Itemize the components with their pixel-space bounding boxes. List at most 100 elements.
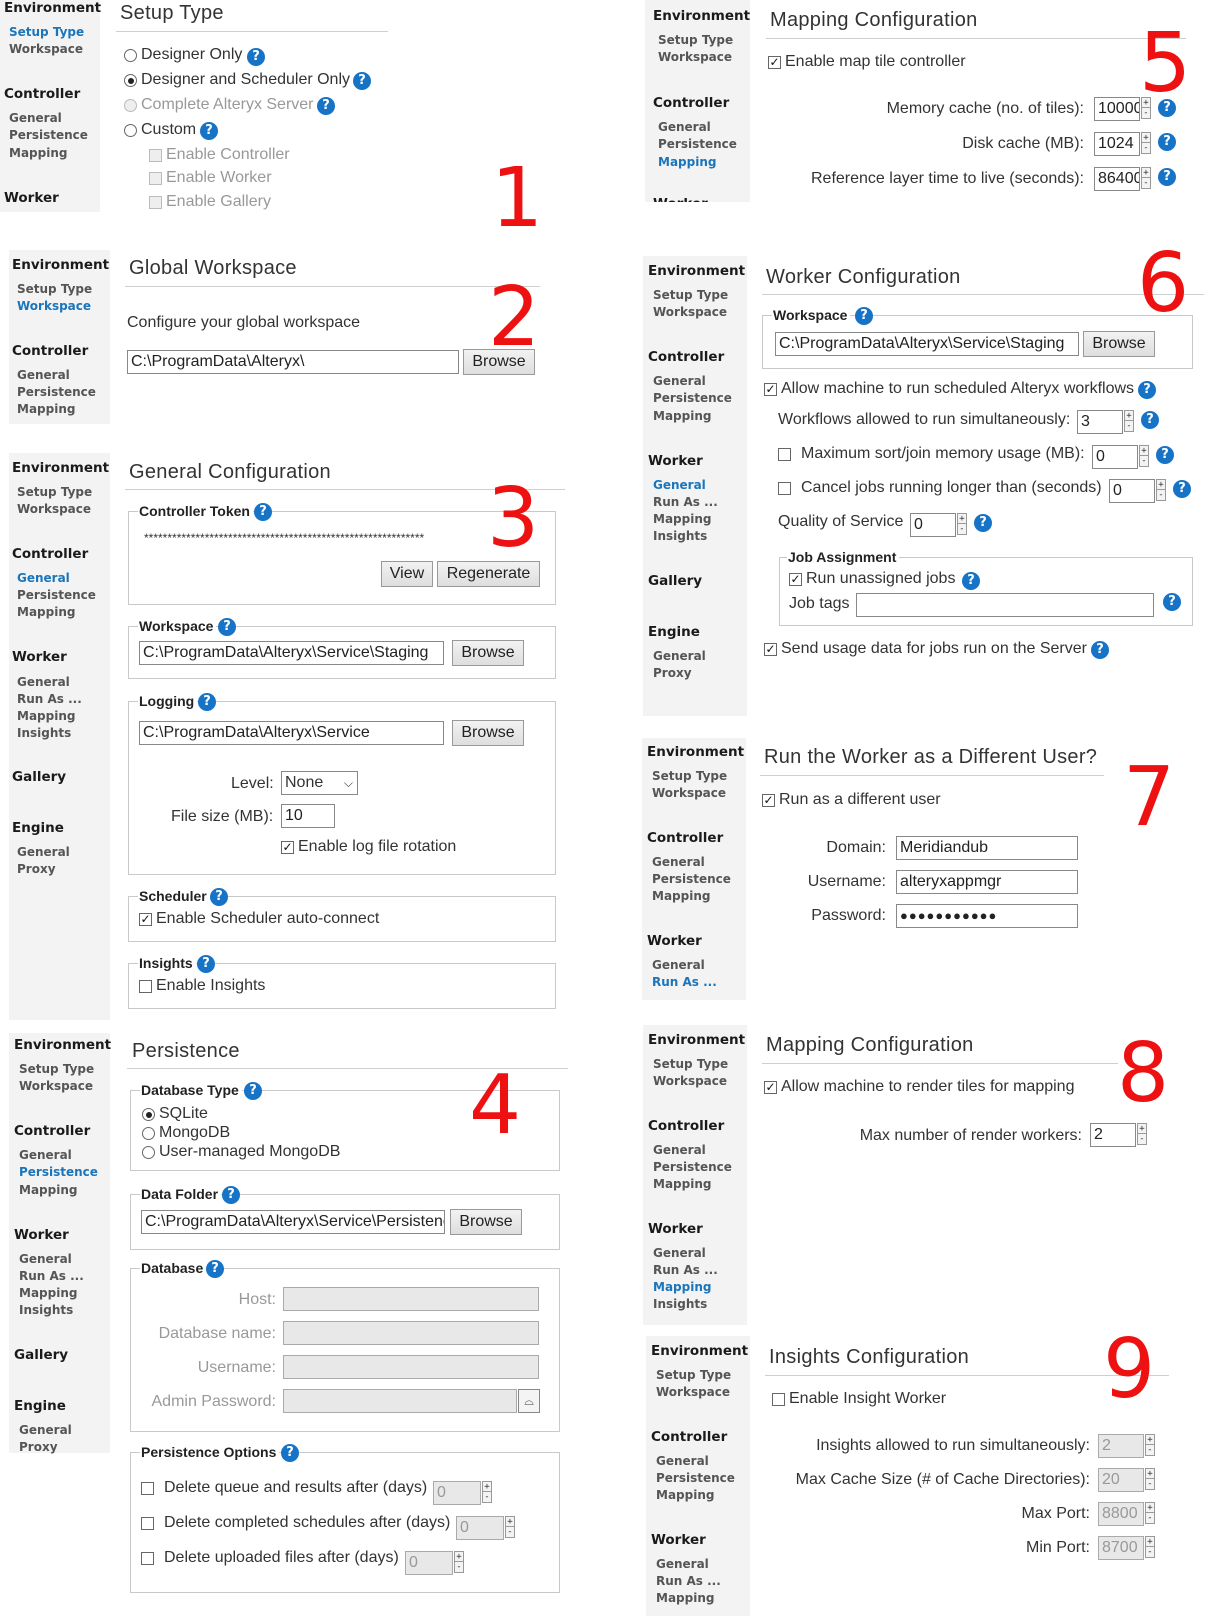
view-button[interactable]: View bbox=[381, 561, 433, 587]
nav-workspace[interactable]: Workspace bbox=[656, 1385, 730, 1399]
admin-password-input[interactable] bbox=[283, 1389, 517, 1413]
help-icon[interactable]: ? bbox=[855, 307, 873, 325]
logging-path-input[interactable]: C:\ProgramData\Alteryx\Service bbox=[139, 721, 444, 745]
help-icon[interactable]: ? bbox=[317, 97, 335, 115]
help-icon[interactable]: ? bbox=[222, 1186, 240, 1204]
nav-environment[interactable]: Environment bbox=[12, 460, 109, 476]
checkbox-enable-insight-worker[interactable] bbox=[772, 1393, 785, 1406]
nav-controller[interactable]: Controller bbox=[647, 830, 723, 846]
help-icon[interactable]: ? bbox=[254, 503, 272, 521]
nav-environment[interactable]: Environment bbox=[651, 1343, 748, 1359]
workspace-path-input[interactable]: C:\ProgramData\Alteryx\Service\Staging bbox=[775, 332, 1079, 356]
stepper[interactable]: + - bbox=[957, 513, 967, 535]
nav-environment[interactable]: Environment bbox=[648, 263, 745, 279]
help-icon[interactable]: ? bbox=[974, 514, 992, 532]
help-icon[interactable]: ? bbox=[1158, 133, 1176, 151]
nav-controller[interactable]: Controller bbox=[648, 1118, 724, 1134]
password-input[interactable]: ●●●●●●●●●●● bbox=[896, 904, 1078, 928]
checkbox-enable-gallery[interactable] bbox=[149, 196, 162, 209]
nav-workspace[interactable]: Workspace bbox=[9, 42, 83, 56]
help-icon[interactable]: ? bbox=[353, 72, 371, 90]
nav-mapping[interactable]: Mapping bbox=[9, 146, 67, 160]
radio-custom[interactable] bbox=[124, 124, 137, 137]
nav-engine[interactable]: Engine bbox=[12, 820, 64, 836]
nav-worker[interactable]: Worker bbox=[4, 190, 59, 206]
help-icon[interactable]: ? bbox=[1158, 168, 1176, 186]
username-input[interactable] bbox=[283, 1355, 539, 1379]
nav-general[interactable]: General bbox=[656, 1557, 709, 1571]
max-port-input[interactable]: 8800 bbox=[1098, 1502, 1144, 1526]
nav-persistence[interactable]: Persistence bbox=[17, 385, 96, 399]
stepper[interactable]: + - bbox=[1145, 1468, 1155, 1490]
stepper[interactable]: + - bbox=[1137, 1123, 1147, 1145]
nav-mapping[interactable]: Mapping bbox=[656, 1591, 714, 1605]
nav-general[interactable]: General bbox=[17, 368, 70, 382]
nav-general[interactable]: General bbox=[17, 675, 70, 689]
nav-persistence[interactable]: Persistence bbox=[652, 872, 731, 886]
nav-insights[interactable]: Insights bbox=[19, 1303, 73, 1317]
checkbox-max-memory[interactable] bbox=[778, 448, 791, 461]
nav-worker[interactable]: Worker bbox=[648, 1221, 703, 1237]
workspace-path-input[interactable]: C:\ProgramData\Alteryx\ bbox=[127, 350, 459, 374]
nav-worker[interactable]: Worker bbox=[653, 196, 708, 202]
checkbox-log-rotation[interactable]: ✓ bbox=[281, 841, 294, 854]
nav-persistence[interactable]: Persistence bbox=[653, 391, 732, 405]
stepper[interactable]: + - bbox=[1145, 1434, 1155, 1456]
nav-insights[interactable]: Insights bbox=[653, 529, 707, 543]
data-folder-input[interactable]: C:\ProgramData\Alteryx\Service\Persisten… bbox=[141, 1210, 445, 1234]
nav-general[interactable]: General bbox=[652, 855, 705, 869]
stepper[interactable]: + - bbox=[1145, 1502, 1155, 1524]
nav-engine[interactable]: Engine bbox=[648, 624, 700, 640]
help-icon[interactable]: ? bbox=[1156, 446, 1174, 464]
nav-worker[interactable]: Worker bbox=[651, 1532, 706, 1548]
nav-environment[interactable]: Environment bbox=[14, 1037, 111, 1053]
checkbox-delete-queue[interactable] bbox=[141, 1482, 154, 1495]
nav-controller[interactable]: Controller bbox=[4, 86, 80, 102]
checkbox-delete-uploads[interactable] bbox=[141, 1552, 154, 1565]
nav-setup-type[interactable]: Setup Type bbox=[658, 33, 733, 47]
nav-setup-type[interactable]: Setup Type bbox=[17, 485, 92, 499]
checkbox-enable-worker[interactable] bbox=[149, 172, 162, 185]
checkbox-delete-schedules[interactable] bbox=[141, 1517, 154, 1530]
nav-worker[interactable]: Worker bbox=[12, 649, 67, 665]
max-cache-input[interactable]: 20 bbox=[1098, 1468, 1144, 1492]
host-input[interactable] bbox=[283, 1287, 539, 1311]
nav-proxy[interactable]: Proxy bbox=[17, 862, 56, 876]
nav-mapping[interactable]: Mapping bbox=[653, 1280, 711, 1294]
nav-run-as[interactable]: Run As ... bbox=[17, 692, 82, 706]
nav-run-as[interactable]: Run As ... bbox=[652, 975, 717, 989]
browse-button[interactable]: Browse bbox=[452, 640, 524, 666]
nav-persistence[interactable]: Persistence bbox=[17, 588, 96, 602]
domain-input[interactable]: Meridiandub bbox=[896, 836, 1078, 860]
nav-setup-type[interactable]: Setup Type bbox=[652, 769, 727, 783]
radio-mongodb[interactable] bbox=[142, 1127, 155, 1140]
radio-designer-scheduler[interactable] bbox=[124, 74, 137, 87]
nav-workspace[interactable]: Workspace bbox=[17, 502, 91, 516]
help-icon[interactable]: ? bbox=[1163, 593, 1181, 611]
nav-environment[interactable]: Environment bbox=[653, 8, 750, 24]
stepper[interactable]: + - bbox=[1124, 410, 1134, 432]
memory-cache-input[interactable]: 10000 bbox=[1094, 97, 1140, 121]
stepper[interactable]: + - bbox=[505, 1516, 515, 1538]
nav-setup-type[interactable]: Setup Type bbox=[653, 1057, 728, 1071]
max-memory-input[interactable]: 0 bbox=[1092, 445, 1138, 469]
nav-general[interactable]: General bbox=[17, 845, 70, 859]
nav-controller[interactable]: Controller bbox=[653, 95, 729, 111]
checkbox-run-unassigned[interactable]: ✓ bbox=[789, 573, 802, 586]
nav-general[interactable]: General bbox=[653, 374, 706, 388]
browse-button[interactable]: Browse bbox=[452, 720, 524, 746]
checkbox-enable-map-controller[interactable]: ✓ bbox=[768, 56, 781, 69]
nav-mapping[interactable]: Mapping bbox=[17, 709, 75, 723]
nav-environment[interactable]: Environment bbox=[12, 257, 109, 273]
delete-queue-days-input[interactable]: 0 bbox=[433, 1481, 481, 1505]
nav-controller[interactable]: Controller bbox=[651, 1429, 727, 1445]
stepper[interactable]: + - bbox=[454, 1551, 464, 1573]
browse-button[interactable]: Browse bbox=[450, 1209, 522, 1235]
help-icon[interactable]: ? bbox=[198, 693, 216, 711]
help-icon[interactable]: ? bbox=[197, 955, 215, 973]
delete-uploads-days-input[interactable]: 0 bbox=[405, 1551, 453, 1575]
nav-insights[interactable]: Insights bbox=[17, 726, 71, 740]
checkbox-scheduler-autoconnect[interactable]: ✓ bbox=[139, 913, 152, 926]
nav-general[interactable]: General bbox=[19, 1148, 72, 1162]
nav-run-as[interactable]: Run As ... bbox=[653, 495, 718, 509]
